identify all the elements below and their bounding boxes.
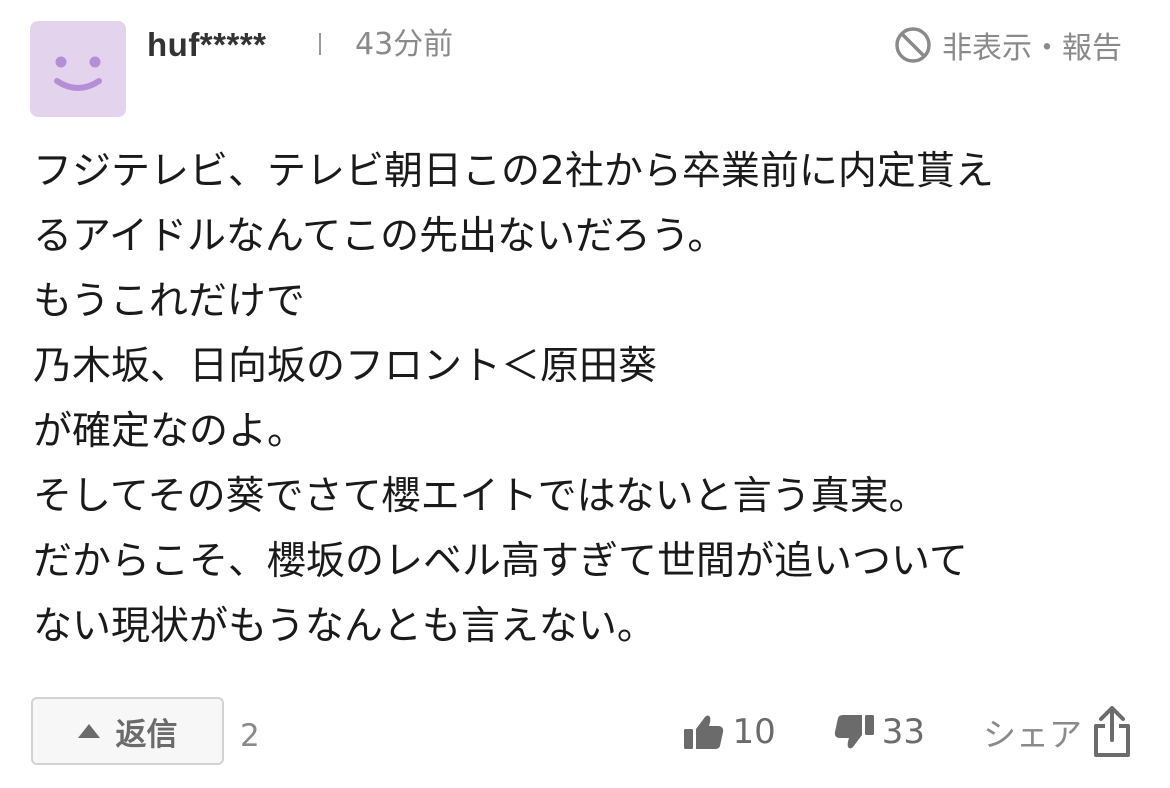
thumbs-down-icon bbox=[834, 714, 874, 750]
hide-report-label: 非表示・報告 bbox=[942, 31, 1122, 66]
smiley-avatar-icon bbox=[54, 56, 102, 91]
share-label: シェア bbox=[983, 715, 1082, 754]
thumbs-up-icon bbox=[684, 714, 724, 750]
reaction-bar: 10 33 シェア bbox=[684, 704, 1132, 760]
author-name: huf***** bbox=[147, 26, 267, 63]
comment-body: フジテレビ、テレビ朝日この2社から卒業前に内定貰え るアイドルなんてこの先出ない… bbox=[33, 149, 994, 649]
hide-report-button[interactable]: 非表示・報告 bbox=[894, 22, 1122, 68]
dislike-button[interactable]: 33 bbox=[834, 712, 925, 752]
dislike-count: 33 bbox=[881, 712, 925, 752]
reply-label: 返信 bbox=[115, 716, 178, 753]
share-icon bbox=[1092, 706, 1132, 758]
like-button[interactable]: 10 bbox=[684, 712, 776, 752]
prohibit-icon bbox=[894, 26, 932, 64]
reply-count: 2 bbox=[240, 718, 260, 754]
post-time: 43分前 bbox=[355, 27, 454, 62]
avatar bbox=[30, 21, 126, 117]
share-button[interactable]: シェア bbox=[983, 706, 1132, 758]
like-count: 10 bbox=[732, 712, 776, 752]
triangle-up-icon bbox=[77, 724, 100, 738]
header-divider bbox=[319, 33, 321, 55]
reply-button[interactable]: 返信 bbox=[31, 697, 224, 765]
